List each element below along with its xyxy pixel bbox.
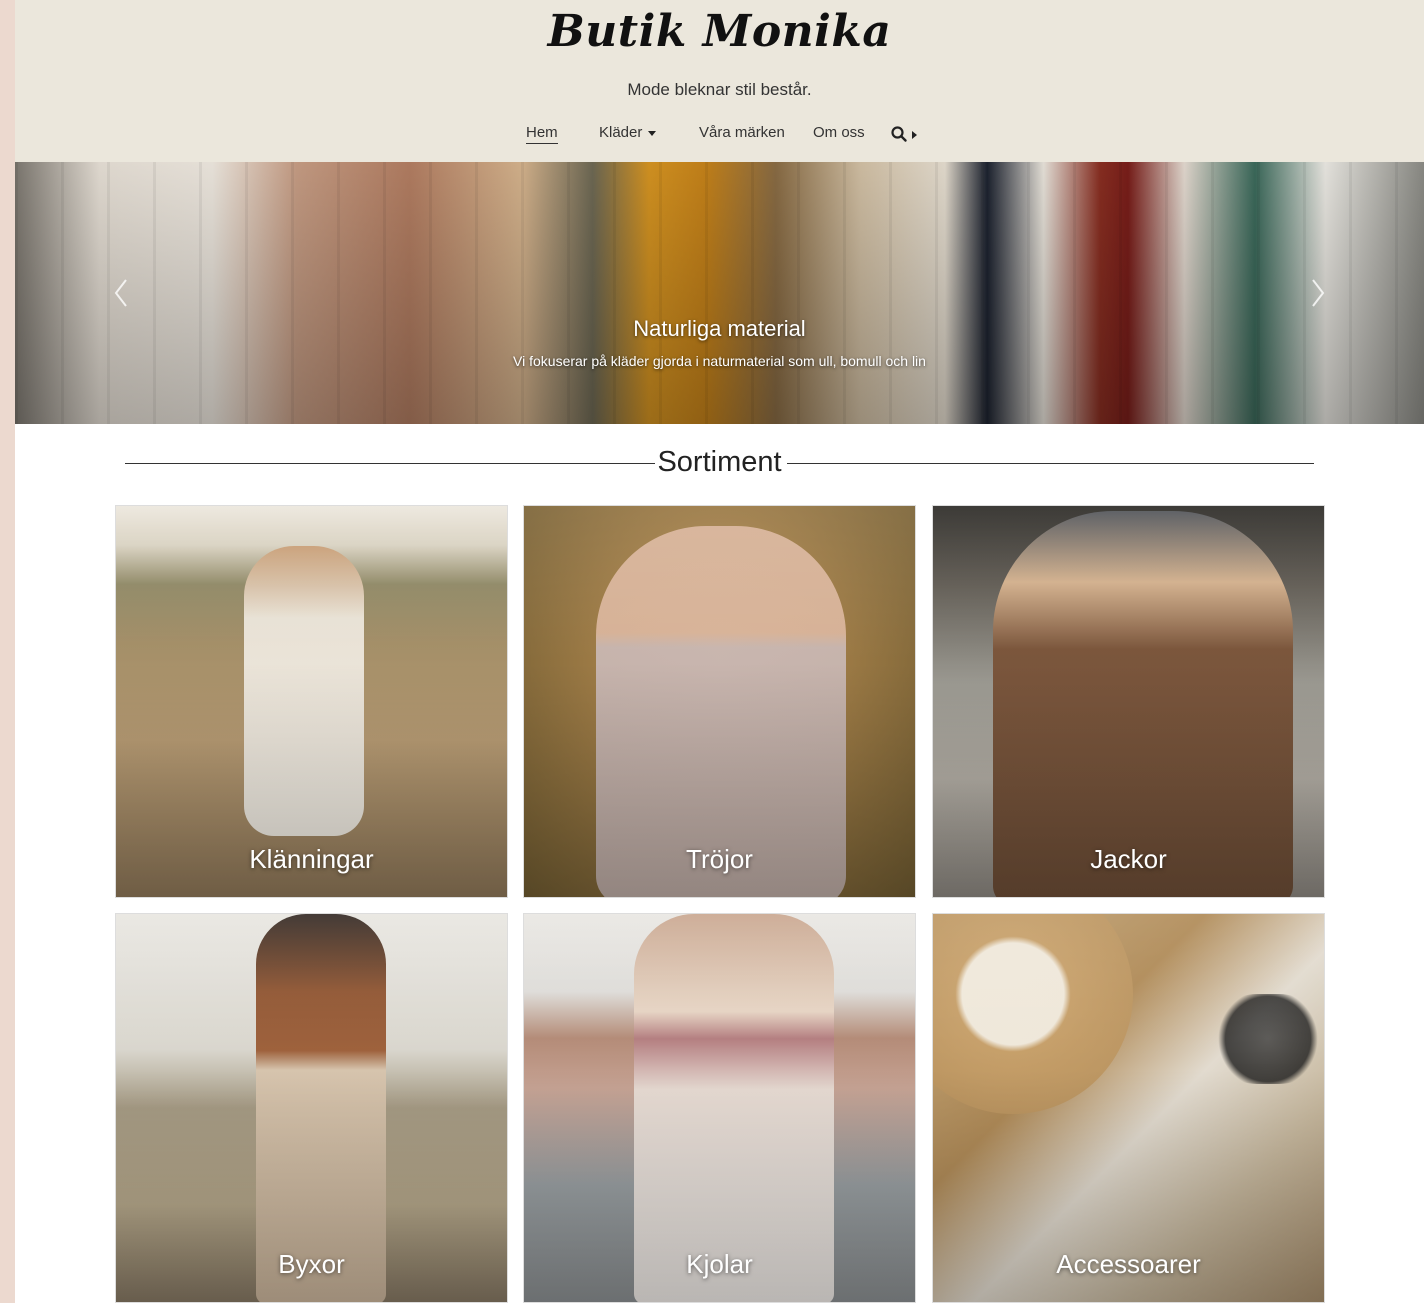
site-header: Butik Monika Mode bleknar stil består. H… (15, 0, 1424, 162)
category-label: Tröjor (686, 844, 753, 874)
nav-item-klader[interactable]: Kläder (599, 124, 657, 141)
category-card-jackor[interactable]: Jackor (932, 505, 1325, 898)
carousel-next-button[interactable] (1306, 274, 1330, 312)
chevron-left-icon (114, 279, 127, 307)
card-overlay (524, 506, 915, 897)
category-card-kjolar[interactable]: Kjolar (523, 913, 916, 1303)
site-tagline: Mode bleknar stil består. (627, 80, 812, 99)
hero-overlay (15, 162, 1424, 424)
category-label: Accessoarer (1056, 1249, 1201, 1279)
category-card-byxor[interactable]: Byxor (115, 913, 508, 1303)
category-card-klanningar[interactable]: Klänningar (115, 505, 508, 898)
section-title: Sortiment (15, 446, 1424, 479)
nav-item-klader-label: Kläder (599, 124, 643, 141)
hero-carousel: Naturliga material Vi fokuserar på kläde… (15, 162, 1424, 424)
caret-right-icon (912, 131, 917, 139)
card-overlay (116, 914, 507, 1302)
nav-item-vara-marken[interactable]: Våra märken (699, 124, 785, 141)
search-icon (891, 126, 907, 142)
section-title-text: Sortiment (657, 446, 782, 478)
category-label: Klänningar (249, 844, 374, 874)
nav-item-hem[interactable]: Hem (526, 124, 558, 144)
category-label: Jackor (1090, 844, 1167, 874)
site-logo[interactable]: Butik Monika (15, 6, 1424, 57)
hero-title: Naturliga material (633, 316, 806, 341)
carousel-prev-button[interactable] (109, 274, 133, 312)
search-button[interactable] (890, 125, 920, 145)
card-overlay (933, 506, 1324, 897)
chevron-right-icon (1312, 279, 1325, 307)
card-overlay (524, 914, 915, 1302)
caret-down-icon (648, 130, 657, 136)
category-card-trojor[interactable]: Tröjor (523, 505, 916, 898)
main-nav: Hem Kläder Våra märken Om oss (15, 124, 1424, 148)
category-label: Byxor (278, 1249, 345, 1279)
category-label: Kjolar (686, 1249, 753, 1279)
category-card-accessoarer[interactable]: Accessoarer (932, 913, 1325, 1303)
page: Butik Monika Mode bleknar stil består. H… (15, 0, 1424, 1303)
card-overlay (933, 914, 1324, 1302)
hero-text: Vi fokuserar på kläder gjorda i naturmat… (513, 353, 926, 369)
nav-item-om-oss[interactable]: Om oss (813, 124, 865, 141)
card-overlay (116, 506, 507, 897)
